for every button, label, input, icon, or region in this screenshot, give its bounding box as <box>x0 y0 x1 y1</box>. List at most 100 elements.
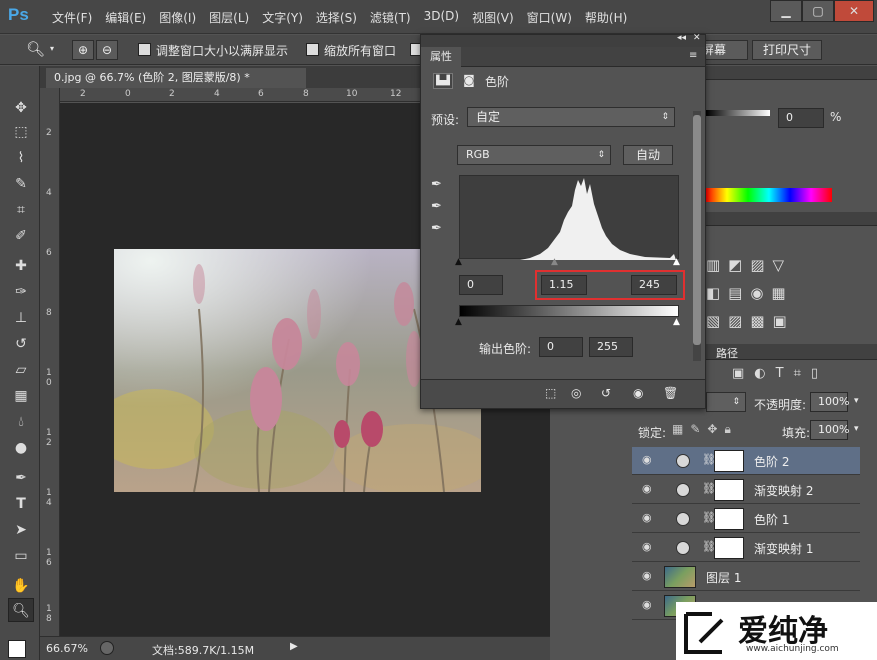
gray-point-eyedropper-icon[interactable]: ✒ <box>431 199 442 214</box>
view-previous-icon[interactable]: ◎ <box>571 386 581 400</box>
reset-icon[interactable]: ↺ <box>601 386 611 400</box>
layer-row-levels-2[interactable]: ◉ ⛓ 色阶 2 <box>632 447 860 475</box>
input-black-field[interactable]: 0 <box>459 275 503 295</box>
pen-tool-icon[interactable]: ✒ <box>8 466 34 490</box>
adjustment-icons-row1[interactable]: ▥◩▨▽ <box>706 256 792 274</box>
menu-edit[interactable]: 编辑(E) <box>105 9 146 26</box>
eyedropper-tool-icon[interactable]: ✐ <box>8 224 34 248</box>
dodge-tool-icon[interactable]: ● <box>8 436 34 460</box>
blend-mode-select[interactable]: ⇕ <box>706 392 746 412</box>
input-gamma-field[interactable]: 1.15 <box>541 275 587 295</box>
menu-3d[interactable]: 3D(D) <box>424 9 459 26</box>
output-black-slider-icon[interactable]: ▲ <box>455 317 462 327</box>
clip-to-layer-icon[interactable]: ⬚ <box>545 386 556 400</box>
output-white-field[interactable]: 255 <box>589 337 633 357</box>
white-point-eyedropper-icon[interactable]: ✒ <box>431 221 442 236</box>
menu-type[interactable]: 文字(Y) <box>262 9 303 26</box>
path-select-icon[interactable]: ➤ <box>8 518 34 542</box>
quick-select-tool-icon[interactable]: ✎ <box>8 172 34 196</box>
levels-histogram-icon[interactable]: ▙▟ <box>433 73 453 89</box>
history-brush-icon[interactable]: ↺ <box>8 332 34 356</box>
output-black-field[interactable]: 0 <box>539 337 583 357</box>
maximize-icon[interactable]: ▢ <box>802 0 834 22</box>
channel-select[interactable]: RGB ⇕ <box>457 145 611 165</box>
zoom-tool-active-icon[interactable]: 🔍︎ <box>8 598 34 622</box>
color-slider[interactable] <box>706 110 770 116</box>
layer-mask-thumbnail[interactable] <box>714 479 744 501</box>
resize-window-checkbox[interactable] <box>138 43 151 56</box>
zoom-level[interactable]: 66.67% <box>46 642 88 655</box>
fill-input[interactable]: 100% <box>810 420 849 440</box>
menu-help[interactable]: 帮助(H) <box>585 9 627 26</box>
close-icon[interactable]: ✕ <box>834 0 874 22</box>
eye-icon[interactable]: ◉ <box>642 569 656 583</box>
paths-tab[interactable]: 路径 <box>716 345 738 361</box>
eye-icon[interactable]: ◉ <box>642 598 656 612</box>
menu-select[interactable]: 选择(S) <box>316 9 357 26</box>
menu-layer[interactable]: 图层(L) <box>209 9 249 26</box>
color-spectrum[interactable] <box>706 188 832 202</box>
fill-dropdown-icon[interactable]: ▾ <box>854 424 859 434</box>
shape-tool-icon[interactable]: ▭ <box>8 544 34 568</box>
menu-filter[interactable]: 滤镜(T) <box>370 9 411 26</box>
layer-row-levels-1[interactable]: ◉ ⛓ 色阶 1 <box>632 505 860 533</box>
collapse-icon[interactable]: ◂◂ <box>677 33 686 43</box>
hand-tool-icon[interactable]: ✋ <box>8 574 34 598</box>
marquee-tool-icon[interactable]: ⬚ <box>8 120 34 144</box>
print-size-button[interactable]: 打印尺寸 <box>752 40 822 60</box>
zoom-in-icon[interactable]: ⊕ <box>72 40 94 60</box>
layer-row-gradient-map-2[interactable]: ◉ ⛓ 渐变映射 2 <box>632 476 860 504</box>
panel-menu-icon[interactable]: ≡ <box>689 50 697 61</box>
output-white-slider-icon[interactable]: ▲ <box>673 317 680 327</box>
adjustment-icons-row3[interactable]: ▧▨▩▣ <box>706 312 795 330</box>
foreground-color-swatch[interactable] <box>8 640 26 658</box>
eye-icon[interactable]: ◉ <box>642 540 656 554</box>
input-white-field[interactable]: 245 <box>631 275 677 295</box>
auto-button[interactable]: 自动 <box>623 145 673 165</box>
gradient-tool-icon[interactable]: ▦ <box>8 384 34 408</box>
document-tab[interactable]: 0.jpg @ 66.7% (色阶 2, 图层蒙版/8) * <box>46 68 306 88</box>
crop-tool-icon[interactable]: ⌗ <box>8 198 34 222</box>
layer-row-layer-1[interactable]: ◉ 图层 1 <box>632 563 860 591</box>
visibility-icon[interactable]: ◉ <box>633 386 643 400</box>
mask-icon[interactable]: ◙ <box>459 73 479 89</box>
input-white-slider-icon[interactable]: ▲ <box>673 257 680 267</box>
chevron-down-icon[interactable]: ▾ <box>50 44 54 53</box>
opacity-dropdown-icon[interactable]: ▾ <box>854 396 859 406</box>
eraser-tool-icon[interactable]: ▱ <box>8 358 34 382</box>
opacity-input[interactable]: 100% <box>810 392 849 412</box>
scrollbar-thumb[interactable] <box>693 115 701 345</box>
lasso-tool-icon[interactable]: ⌇ <box>8 146 34 170</box>
properties-tab[interactable]: 属性 <box>421 47 461 67</box>
black-point-eyedropper-icon[interactable]: ✒ <box>431 177 442 192</box>
blur-tool-icon[interactable]: 💧︎ <box>8 410 34 434</box>
layer-mask-thumbnail[interactable] <box>714 537 744 559</box>
eye-icon[interactable]: ◉ <box>642 511 656 525</box>
close-panel-icon[interactable]: ✕ <box>693 33 701 43</box>
zoom-all-checkbox[interactable] <box>306 43 319 56</box>
input-black-slider-icon[interactable]: ▲ <box>455 257 462 267</box>
zoom-out-icon[interactable]: ⊖ <box>96 40 118 60</box>
layer-row-gradient-map-1[interactable]: ◉ ⛓ 渐变映射 1 <box>632 534 860 562</box>
properties-panel-titlebar[interactable]: ◂◂ ✕ <box>421 33 705 47</box>
lock-icons[interactable]: ▦✎✥🔒︎ <box>672 422 738 437</box>
preset-select[interactable]: 自定 ⇕ <box>467 107 675 127</box>
minimize-icon[interactable]: ▁ <box>770 0 802 22</box>
stamp-tool-icon[interactable]: ⊥ <box>8 306 34 330</box>
menu-image[interactable]: 图像(I) <box>159 9 196 26</box>
status-menu-icon[interactable] <box>100 641 114 655</box>
healing-brush-icon[interactable]: ✚ <box>8 254 34 278</box>
eye-icon[interactable]: ◉ <box>642 482 656 496</box>
status-arrow-icon[interactable]: ▶ <box>290 641 298 652</box>
trash-icon[interactable]: 🗑︎ <box>663 386 678 400</box>
color-value-input[interactable]: 0 <box>778 108 824 128</box>
layer-mask-thumbnail[interactable] <box>714 450 744 472</box>
menu-file[interactable]: 文件(F) <box>52 9 92 26</box>
menu-window[interactable]: 窗口(W) <box>527 9 572 26</box>
layer-filter-icons[interactable]: ▣◐T⌗▯ <box>732 366 828 381</box>
adjustment-icons-row2[interactable]: ◧▤◉▦ <box>706 284 794 302</box>
brush-tool-icon[interactable]: ✑ <box>8 280 34 304</box>
zoom-tool-icon[interactable]: 🔍︎ <box>26 40 45 58</box>
properties-scrollbar[interactable] <box>693 111 701 361</box>
layer-mask-thumbnail[interactable] <box>714 508 744 530</box>
